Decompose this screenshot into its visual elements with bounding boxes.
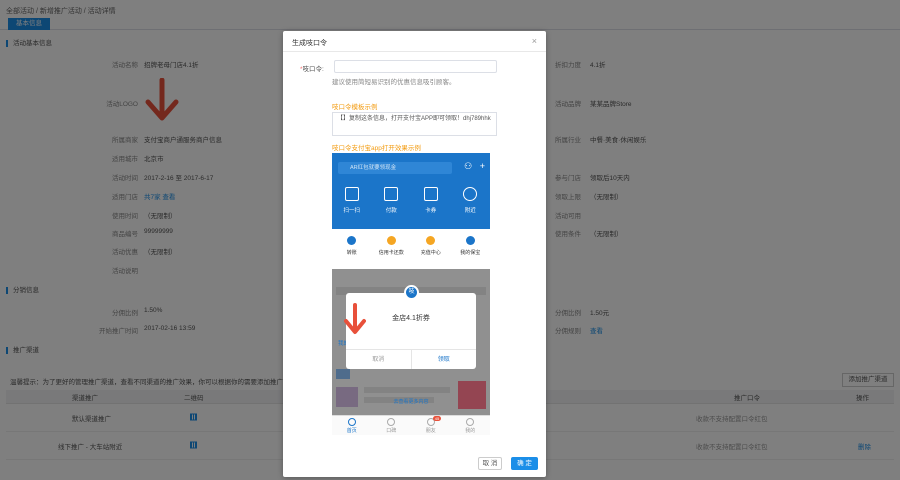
modal-title: 生成吱口令 — [292, 40, 327, 47]
nav-label: 我的 — [465, 428, 476, 434]
command-hint: 建议使用简短易识别的优惠信息吸引顾客。 — [332, 79, 456, 86]
nav-label: 朋友 — [425, 428, 436, 434]
popup-claim-button: 领取 — [437, 357, 450, 363]
command-template-box[interactable]: 【】复制这条信息，打开支付宝APP即可领取！dhj789hhk — [332, 112, 497, 136]
contacts-icon: ⚇ — [464, 161, 473, 171]
alipay-badge-icon: 吱 — [404, 285, 419, 300]
pay-label: 付款 — [385, 208, 397, 214]
grid-item: 我的保宝 — [455, 236, 485, 269]
phone-header-icons: ⚇ + — [464, 161, 485, 172]
phone-bottom-nav: 首页 口碑 朋友 45 我的 — [332, 415, 490, 435]
grid-item: 充值中心 — [416, 236, 446, 269]
nav-item-koubei: 口碑 — [377, 418, 405, 435]
pay-item: 付款 — [376, 187, 406, 214]
phone-service-grid: 转账 信用卡还款 充值中心 我的保宝 — [332, 229, 490, 269]
pay-icon — [384, 187, 399, 201]
nearby-label: 附近 — [464, 208, 476, 214]
phone-header: AR红包就要领现金 ⚇ + 扫一扫 付款 卡券 附近 — [332, 153, 490, 229]
modal-header: 生成吱口令 × — [283, 31, 546, 52]
credit-card-icon — [386, 236, 396, 245]
command-field-text: 吱口令 — [302, 66, 323, 73]
scan-label: 扫一扫 — [343, 208, 360, 214]
phone-search-bar: AR红包就要领现金 — [338, 162, 452, 174]
command-template-label: 吱口令模板示例 — [332, 104, 378, 111]
confirm-button[interactable]: 确 定 — [511, 457, 538, 470]
nav-label: 首页 — [346, 428, 357, 434]
transfer-icon — [347, 236, 357, 245]
popup-cancel-button: 取消 — [346, 350, 412, 369]
nav-label: 口碑 — [386, 428, 397, 434]
command-input[interactable] — [334, 60, 497, 73]
grid-item: 转账 — [337, 236, 367, 269]
phone-main-actions: 扫一扫 付款 卡券 附近 — [332, 187, 490, 214]
phone-preview: AR红包就要领现金 ⚇ + 扫一扫 付款 卡券 附近 转账 信用卡还款 充值中心… — [332, 153, 490, 435]
insurance-icon — [465, 236, 475, 245]
nav-badge: 45 — [432, 416, 442, 421]
cards-item: 卡券 — [416, 187, 446, 214]
close-icon[interactable]: × — [532, 36, 537, 46]
generate-command-modal: 生成吱口令 × *吱口令: 建议使用简短易识别的优惠信息吸引顾客。 吱口令模板示… — [283, 31, 546, 477]
plus-icon: + — [479, 161, 485, 171]
cards-label: 卡券 — [425, 208, 437, 214]
popup-buttons: 取消 领取 — [346, 349, 476, 369]
cancel-button[interactable]: 取 消 — [478, 457, 502, 470]
arrow-down-icon — [344, 303, 366, 334]
nav-item-home: 首页 — [338, 418, 366, 435]
grid-label: 转账 — [346, 250, 357, 256]
grid-label: 信用卡还款 — [378, 250, 404, 256]
card-icon — [423, 187, 438, 201]
nav-item-friends: 朋友 45 — [417, 416, 445, 435]
preview-label: 吱口令支付宝app打开效果示例 — [332, 145, 421, 152]
location-icon — [463, 187, 478, 201]
grid-item: 信用卡还款 — [376, 236, 406, 269]
nav-item-mine: 我的 — [456, 418, 484, 435]
user-icon — [466, 418, 475, 426]
topup-icon — [426, 236, 436, 245]
nearby-item: 附近 — [455, 187, 485, 214]
home-icon — [347, 418, 356, 426]
command-field-label: *吱口令: — [300, 66, 324, 73]
phone-more-link: 去查看更多内容 — [393, 399, 429, 405]
grid-label: 充值中心 — [420, 250, 441, 256]
scan-item: 扫一扫 — [337, 187, 367, 214]
grid-label: 我的保宝 — [460, 250, 481, 256]
scan-icon — [344, 187, 359, 201]
koubei-icon — [387, 418, 396, 426]
